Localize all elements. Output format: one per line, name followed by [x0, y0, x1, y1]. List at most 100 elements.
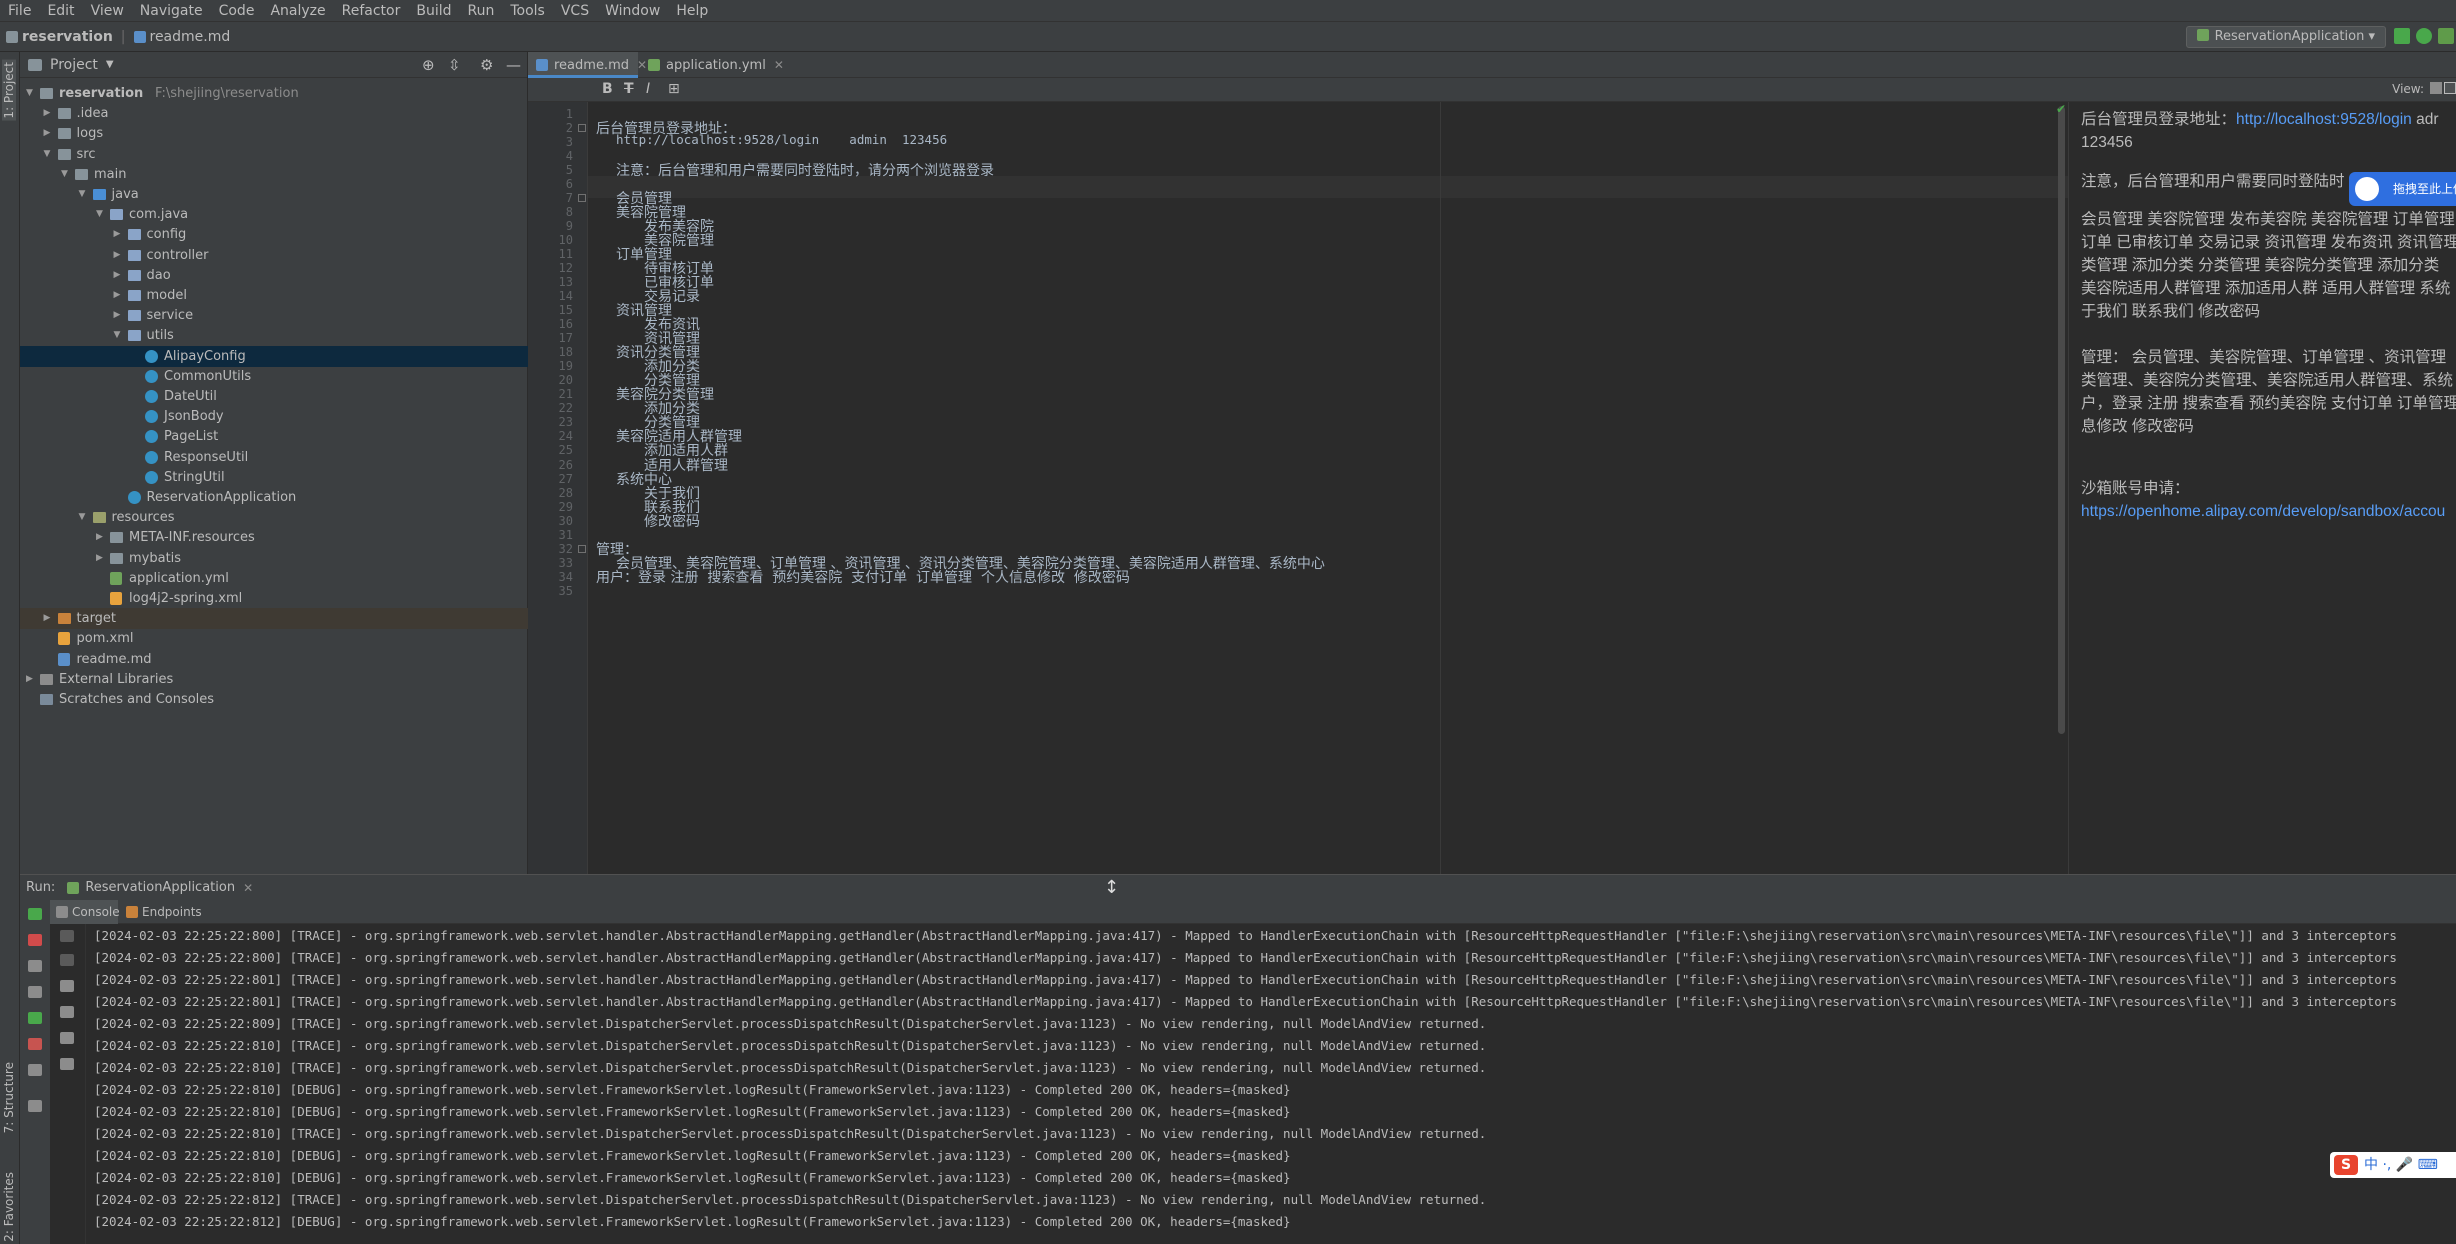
coverage-icon[interactable]	[2438, 28, 2454, 44]
pause-icon[interactable]	[28, 960, 42, 972]
chevron-right-icon[interactable]: ▶	[96, 527, 106, 548]
tree-item[interactable]: ▼ java	[20, 184, 528, 205]
menu-tools[interactable]: Tools	[502, 0, 553, 22]
chevron-right-icon[interactable]: ▶	[44, 608, 54, 629]
editor-scrollbar[interactable]	[2058, 106, 2065, 734]
chevron-down-icon[interactable]: ▼	[96, 204, 106, 225]
locate-icon[interactable]: ⊕	[422, 56, 435, 74]
menu-window[interactable]: Window	[597, 0, 668, 22]
debug-icon[interactable]	[2416, 28, 2432, 44]
tree-item[interactable]: ▶ controller	[20, 245, 528, 266]
baidu-upload-widget[interactable]: 拖拽至此上传	[2349, 172, 2456, 206]
chevron-right-icon[interactable]: ▶	[44, 123, 54, 144]
tree-item[interactable]: ▶ target	[20, 608, 528, 630]
project-tool-tab[interactable]: 1: Project	[2, 60, 16, 121]
tree-item[interactable]: ResponseUtil	[20, 447, 528, 468]
close-icon[interactable]: ✕	[774, 58, 784, 72]
menu-analyze[interactable]: Analyze	[262, 0, 333, 22]
chevron-down-icon[interactable]: ▼	[114, 325, 124, 346]
exit-icon[interactable]	[28, 1038, 42, 1050]
chevron-down-icon[interactable]: ▼	[106, 59, 114, 70]
menu-run[interactable]: Run	[460, 0, 503, 22]
pin-icon[interactable]	[28, 1100, 42, 1112]
console-output[interactable]: [2024-02-03 22:25:22:800] [TRACE] - org.…	[86, 924, 2456, 1244]
tree-item[interactable]: CommonUtils	[20, 366, 528, 387]
soft-wrap-icon[interactable]	[60, 980, 74, 992]
markdown-editor[interactable]: ✔ 后台管理员登录地址： http://localhost:9528/login …	[588, 102, 2068, 874]
preview-sandbox-link[interactable]: https://openhome.alipay.com/develop/sand…	[2081, 500, 2445, 523]
tree-item[interactable]: ▼ src	[20, 144, 528, 165]
rerun-icon[interactable]	[28, 908, 42, 920]
tree-item[interactable]: StringUtil	[20, 467, 528, 488]
menu-navigate[interactable]: Navigate	[132, 0, 211, 22]
menu-edit[interactable]: Edit	[39, 0, 82, 22]
tree-item[interactable]: ▶ logs	[20, 123, 528, 144]
tab-console[interactable]: Console	[50, 900, 120, 924]
chevron-right-icon[interactable]: ▶	[114, 224, 124, 245]
tree-item[interactable]: PageList	[20, 426, 528, 447]
layout-icon[interactable]	[28, 1064, 42, 1076]
menu-refactor[interactable]: Refactor	[334, 0, 409, 22]
tab-application-yml[interactable]: application.yml ✕	[640, 52, 784, 78]
chevron-down-icon[interactable]: ▼	[26, 83, 36, 104]
tree-item[interactable]: ▼ com.java	[20, 204, 528, 225]
preview-login-link[interactable]: http://localhost:9528/login	[2236, 111, 2412, 128]
chevron-right-icon[interactable]: ▶	[114, 305, 124, 326]
close-icon[interactable]: ✕	[243, 881, 253, 895]
editor-only-icon[interactable]	[2430, 82, 2442, 94]
tree-item[interactable]: ▶ .idea	[20, 103, 528, 124]
tree-item[interactable]: ▶ service	[20, 305, 528, 326]
ime-toolbar[interactable]: S 中 ·, 🎤 ⌨	[2330, 1152, 2456, 1178]
structure-tool-tab[interactable]: 7: Structure	[2, 1062, 16, 1133]
minimize-icon[interactable]: —	[506, 56, 521, 74]
tree-item[interactable]: ▼ utils	[20, 325, 528, 346]
tree-item[interactable]: ▶ dao	[20, 265, 528, 286]
tree-item[interactable]: ▼ main	[20, 164, 528, 185]
italic-button[interactable]: I	[646, 81, 650, 97]
tree-item[interactable]: ▶ META-INF.resources	[20, 527, 528, 548]
chevron-right-icon[interactable]: ▶	[44, 103, 54, 124]
tree-item[interactable]: ▶ config	[20, 224, 528, 245]
tree-item[interactable]: DateUtil	[20, 386, 528, 407]
chevron-right-icon[interactable]: ▶	[114, 265, 124, 286]
rerun-icon[interactable]	[2394, 28, 2410, 44]
menu-code[interactable]: Code	[211, 0, 263, 22]
breadcrumb-project[interactable]: reservation	[22, 29, 113, 45]
chevron-right-icon[interactable]: ▶	[114, 245, 124, 266]
fold-marker-icon[interactable]	[578, 124, 586, 133]
chevron-down-icon[interactable]: ▼	[79, 184, 89, 205]
tree-item[interactable]: Scratches and Consoles	[20, 689, 528, 710]
collapse-all-icon[interactable]: ⇳	[448, 56, 461, 74]
strikethrough-button[interactable]: T	[624, 81, 634, 97]
tree-item[interactable]: ▶ External Libraries	[20, 669, 528, 690]
gear-icon[interactable]: ⚙	[480, 56, 493, 74]
project-view-select[interactable]: Project	[50, 57, 98, 73]
chevron-down-icon[interactable]: ▼	[44, 144, 54, 165]
breadcrumb-file[interactable]: readme.md	[150, 29, 231, 45]
run-configuration-select[interactable]: ReservationApplication ▾	[2185, 26, 2386, 48]
tree-item[interactable]: readme.md	[20, 649, 528, 670]
tab-endpoints[interactable]: Endpoints	[120, 900, 220, 924]
fold-marker-icon[interactable]	[578, 194, 586, 203]
tree-item[interactable]: JsonBody	[20, 406, 528, 427]
chevron-right-icon[interactable]: ▶	[96, 548, 106, 569]
tree-item[interactable]: ReservationApplication	[20, 487, 528, 508]
chevron-down-icon[interactable]: ▼	[79, 507, 89, 528]
stop-icon[interactable]	[28, 934, 42, 946]
run-app-tab[interactable]: ReservationApplication	[85, 880, 235, 895]
tree-item[interactable]: AlipayConfig	[20, 345, 528, 367]
tree-item[interactable]: application.yml	[20, 568, 528, 589]
tree-item[interactable]: ▼ resources	[20, 507, 528, 528]
menu-view[interactable]: View	[83, 0, 132, 22]
camera-icon[interactable]	[28, 986, 42, 998]
menu-help[interactable]: Help	[668, 0, 716, 22]
bold-button[interactable]: B	[602, 81, 613, 97]
scroll-down-icon[interactable]	[60, 954, 74, 966]
tab-readme-md[interactable]: readme.md ✕	[528, 52, 647, 78]
menu-build[interactable]: Build	[408, 0, 459, 22]
tree-item[interactable]: ▼ reservation F:\shejiing\reservation	[20, 83, 528, 104]
menu-file[interactable]: File	[0, 0, 39, 22]
fold-marker-icon[interactable]	[578, 544, 586, 553]
chevron-right-icon[interactable]: ▶	[114, 285, 124, 306]
chevron-right-icon[interactable]: ▶	[26, 669, 36, 690]
